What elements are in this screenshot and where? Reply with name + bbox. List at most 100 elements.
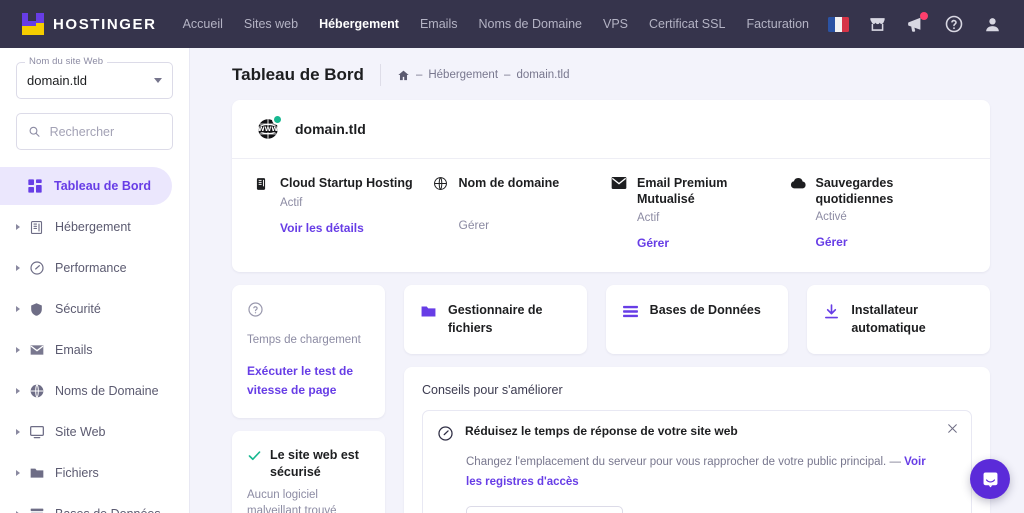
nav-noms-de-domaine[interactable]: Noms de Domaine [478, 0, 582, 48]
breadcrumb-domain[interactable]: domain.tld [516, 69, 569, 81]
breadcrumb-hebergement[interactable]: Hébergement [428, 69, 498, 81]
www-globe-icon: WWW [254, 114, 283, 143]
sidebar-item-label: Fichiers [55, 466, 99, 480]
svg-text:WWW: WWW [258, 126, 278, 133]
flag-fr-icon[interactable] [828, 16, 849, 32]
tile-label: Installateur automatique [851, 303, 926, 335]
chevron-right-icon [16, 224, 20, 230]
domain-overview-card: WWW domain.tld Cloud Startup Hosting Act… [232, 100, 990, 272]
load-time-label: Temps de chargement [247, 334, 361, 346]
hostinger-logo[interactable]: HOSTINGER [22, 13, 157, 35]
service-link-voir-les-details[interactable]: Voir les détails [280, 221, 364, 235]
chat-launcher-button[interactable] [970, 459, 1010, 499]
service-backups: Sauvegardes quotidiennes Activé Gérer [790, 175, 969, 252]
load-time-card: Temps de chargement Exécuter le test de … [232, 285, 385, 419]
notification-badge [920, 11, 928, 20]
run-speed-test-link[interactable]: Exécuter le test de vitesse de page [247, 362, 370, 400]
tile-label: Gestionnaire de fichiers [448, 303, 543, 335]
gauge-icon [28, 260, 45, 277]
left-column: Temps de chargement Exécuter le test de … [232, 285, 385, 513]
help-circle-icon[interactable] [944, 14, 964, 34]
service-status: Actif [637, 212, 660, 224]
dashboard-icon [26, 178, 43, 195]
chevron-right-icon [16, 306, 20, 312]
store-icon[interactable] [868, 15, 887, 34]
sidebar-item-site-web[interactable]: Site Web [0, 413, 189, 451]
folder-icon [420, 303, 437, 325]
sidebar-item-performance[interactable]: Performance [0, 249, 189, 287]
service-email: Email Premium Mutualisé Actif Gérer [611, 175, 790, 252]
server-icon [254, 176, 270, 192]
nav-sites-web[interactable]: Sites web [244, 0, 298, 48]
check-icon [247, 448, 262, 468]
main-content: Tableau de Bord – Hébergement – domain.t… [190, 48, 1024, 513]
page-header: Tableau de Bord – Hébergement – domain.t… [232, 64, 990, 86]
security-title: Le site web est sécurisé [270, 448, 359, 479]
nav-actions [828, 11, 1002, 34]
nav-vps[interactable]: VPS [603, 0, 628, 48]
download-icon [823, 303, 840, 325]
home-icon[interactable] [397, 69, 410, 82]
close-icon[interactable] [946, 422, 959, 435]
sidebar-item-tableau-de-bord[interactable]: Tableau de Bord [0, 167, 172, 205]
megaphone-icon[interactable] [906, 11, 928, 34]
chevron-right-icon [16, 388, 20, 394]
chevron-right-icon [16, 470, 20, 476]
chevron-right-icon [16, 265, 20, 271]
content-columns: Temps de chargement Exécuter le test de … [232, 285, 991, 513]
tips-title: Conseils pour s'améliorer [422, 383, 563, 397]
sidebar-item-label: Emails [55, 343, 93, 357]
envelope-icon [611, 176, 627, 192]
sidebar-item-noms-de-domaine[interactable]: Noms de Domaine [0, 372, 189, 410]
service-status: Activé [815, 211, 847, 223]
brand-name: HOSTINGER [53, 15, 157, 33]
cloud-icon [790, 176, 806, 192]
chevron-right-icon [16, 429, 20, 435]
sidebar-item-bases-de-donnees[interactable]: Bases de Données [0, 495, 189, 513]
search-input[interactable] [49, 124, 161, 139]
nav-accueil[interactable]: Accueil [183, 0, 223, 48]
sidebar-item-label: Hébergement [55, 220, 131, 234]
primary-nav: Accueil Sites web Hébergement Emails Nom… [183, 0, 809, 48]
tip-title: Réduisez le temps de réponse de votre si… [465, 424, 738, 438]
page-title: Tableau de Bord [232, 65, 364, 84]
sidebar-search[interactable] [16, 113, 173, 150]
database-icon [622, 303, 639, 325]
service-status: Actif [280, 197, 303, 209]
nav-emails[interactable]: Emails [420, 0, 458, 48]
server-icon [28, 219, 45, 236]
service-link-gerer-backups[interactable]: Gérer [816, 235, 848, 249]
service-title: Cloud Startup Hosting [280, 176, 413, 190]
nav-facturation[interactable]: Facturation [746, 0, 809, 48]
sidebar-item-emails[interactable]: Emails [0, 331, 189, 369]
transfer-server-button[interactable]: Transférer le serveur [466, 506, 623, 513]
sidebar-item-securite[interactable]: Sécurité [0, 290, 189, 328]
user-account-icon[interactable] [983, 15, 1002, 34]
sidebar-item-hebergement[interactable]: Hébergement [0, 208, 189, 246]
nav-certificat-ssl[interactable]: Certificat SSL [649, 0, 725, 48]
tile-file-manager[interactable]: Gestionnaire de fichiers [404, 285, 587, 354]
site-select-label: Nom du site Web [25, 56, 108, 67]
service-link-gerer-domain[interactable]: Gérer [459, 218, 490, 232]
sidebar-item-fichiers[interactable]: Fichiers [0, 454, 189, 492]
service-title: Nom de domaine [458, 176, 560, 190]
service-link-gerer-email[interactable]: Gérer [637, 236, 669, 250]
shield-icon [28, 301, 45, 318]
tile-label: Bases de Données [649, 303, 761, 317]
nav-hebergement[interactable]: Hébergement [319, 0, 399, 48]
status-dot [272, 114, 283, 125]
sidebar-item-label: Tableau de Bord [54, 179, 152, 193]
monitor-icon [28, 424, 45, 441]
service-title: Sauvegardes quotidiennes [815, 176, 894, 206]
tip-body-text: Changez l'emplacement du serveur pour vo… [466, 456, 901, 468]
search-icon [29, 126, 40, 137]
speedometer-icon [437, 425, 454, 447]
service-title: Email Premium Mutualisé [637, 176, 728, 206]
tile-auto-installer[interactable]: Installateur automatique [807, 285, 991, 354]
tile-databases[interactable]: Bases de Données [605, 285, 789, 354]
service-hosting: Cloud Startup Hosting Actif Voir les dét… [254, 175, 433, 252]
site-select[interactable]: Nom du site Web domain.tld [16, 56, 173, 99]
chat-bubble-icon [983, 472, 997, 487]
quick-action-tiles: Gestionnaire de fichiers Bases de Donnée… [404, 285, 991, 354]
sidebar-menu: Tableau de Bord Hébergement Performance … [0, 167, 189, 513]
